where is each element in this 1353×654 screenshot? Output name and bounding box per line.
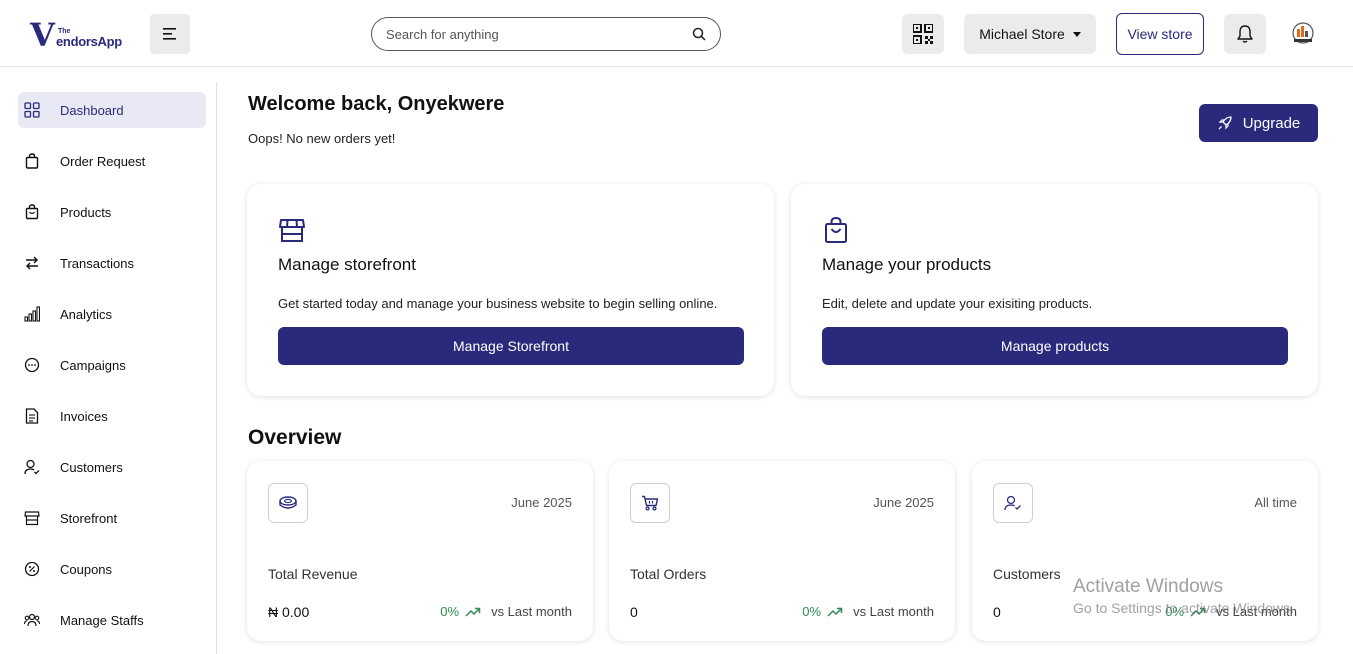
stat-label: Total Orders <box>630 566 707 582</box>
cart-icon <box>630 483 670 523</box>
sidebar-item-label: Manage Staffs <box>60 612 144 628</box>
logo-letter: V <box>30 16 55 54</box>
stat-value: 0 <box>630 604 638 620</box>
total-orders-card: June 2025 Total Orders 0 0% vs Last mont… <box>609 461 955 641</box>
stat-label: Customers <box>993 566 1061 582</box>
manage-storefront-button[interactable]: Manage Storefront <box>278 327 744 365</box>
search-input[interactable] <box>386 26 692 42</box>
search-icon[interactable] <box>692 27 706 41</box>
activate-windows-subtitle: Go to Settings to activate Windows. <box>1073 600 1294 616</box>
stat-period: All time <box>1254 495 1297 510</box>
sidebar-item-label: Storefront <box>60 510 118 526</box>
bell-icon <box>1237 25 1253 43</box>
overview-heading: Overview <box>248 426 342 449</box>
stat-value: ₦ 0.00 <box>268 604 310 620</box>
product-bag-icon <box>24 204 40 220</box>
user-check-icon <box>24 459 40 475</box>
trend-percent: 0% <box>802 604 822 619</box>
card-title: Manage storefront <box>278 255 416 274</box>
sidebar-item-label: Campaigns <box>60 357 126 373</box>
company-avatar[interactable] <box>1286 19 1320 49</box>
view-store-button[interactable]: View store <box>1116 13 1204 55</box>
upgrade-label: Upgrade <box>1242 114 1301 132</box>
qr-code-icon <box>913 24 933 44</box>
company-logo-icon <box>1292 22 1314 44</box>
sidebar-item-label: Invoices <box>60 408 108 424</box>
stat-label: Total Revenue <box>268 566 358 582</box>
shopping-bag-icon <box>24 153 40 169</box>
rocket-icon <box>1218 116 1232 130</box>
user-check-icon <box>993 483 1033 523</box>
transfer-arrows-icon <box>24 255 40 271</box>
menu-icon <box>163 28 176 40</box>
manage-storefront-card: Manage storefront Get started today and … <box>247 184 774 396</box>
sidebar-item-products[interactable]: Products <box>18 194 206 230</box>
sidebar-item-label: Dashboard <box>60 102 124 118</box>
activate-windows-title: Activate Windows <box>1073 576 1223 597</box>
sidebar-item-label: Transactions <box>60 255 134 271</box>
manage-products-card: Manage your products Edit, delete and up… <box>791 184 1318 396</box>
chevron-down-icon <box>1072 31 1081 37</box>
sidebar-item-invoices[interactable]: Invoices <box>18 398 206 434</box>
sidebar-item-campaigns[interactable]: Campaigns <box>18 347 206 383</box>
sidebar-item-transactions[interactable]: Transactions <box>18 245 206 281</box>
bar-chart-icon <box>24 306 40 322</box>
sidebar-item-order-request[interactable]: Order Request <box>18 143 206 179</box>
trend-up-icon <box>465 607 481 617</box>
staff-group-icon <box>24 612 40 628</box>
coins-icon <box>268 483 308 523</box>
card-description: Edit, delete and update your exisiting p… <box>822 296 1093 311</box>
sidebar-item-dashboard[interactable]: Dashboard <box>18 92 206 128</box>
storefront-icon <box>278 216 306 244</box>
sidebar-item-label: Analytics <box>60 306 113 322</box>
search-bar <box>371 17 721 51</box>
dashboard-grid-icon <box>24 102 40 118</box>
sidebar-item-customers[interactable]: Customers <box>18 449 206 485</box>
logo-name: endorsApp <box>56 34 122 49</box>
sidebar-item-label: Coupons <box>60 561 113 577</box>
menu-toggle-button[interactable] <box>150 14 190 54</box>
sidebar-item-label: Products <box>60 204 112 220</box>
invoice-icon <box>24 408 40 424</box>
sidebar-item-analytics[interactable]: Analytics <box>18 296 206 332</box>
welcome-heading: Welcome back, Onyekwere <box>248 93 505 115</box>
orders-status-text: Oops! No new orders yet! <box>248 131 396 146</box>
trend-percent: 0% <box>440 604 460 619</box>
vendorsapp-logo[interactable]: V The endorsApp <box>30 16 130 54</box>
stat-trend: 0% vs Last month <box>440 604 572 619</box>
card-description: Get started today and manage your busine… <box>278 296 718 311</box>
stat-period: June 2025 <box>511 495 572 510</box>
storefront-icon <box>24 510 40 526</box>
upgrade-button[interactable]: Upgrade <box>1199 104 1318 142</box>
trend-compare-label: vs Last month <box>853 604 934 619</box>
trend-compare-label: vs Last month <box>491 604 572 619</box>
sidebar-item-storefront[interactable]: Storefront <box>18 500 206 536</box>
stat-value: 0 <box>993 604 1001 620</box>
sidebar: Dashboard Order Request Products Transac… <box>0 82 217 654</box>
stat-period: June 2025 <box>873 495 934 510</box>
store-selector-dropdown[interactable]: Michael Store <box>964 14 1096 54</box>
top-header: V The endorsApp Search for anything Mich… <box>0 0 1353 67</box>
stat-trend: 0% vs Last month <box>802 604 934 619</box>
store-selector-label: Michael Store <box>979 26 1065 42</box>
notifications-button[interactable] <box>1224 14 1266 54</box>
sidebar-item-label: Customers <box>60 459 123 475</box>
total-revenue-card: June 2025 Total Revenue ₦ 0.00 0% vs Las… <box>247 461 593 641</box>
coupon-icon <box>24 561 40 577</box>
sidebar-item-label: Order Request <box>60 153 146 169</box>
chat-bubble-icon <box>24 357 40 373</box>
shopping-bag-icon <box>822 216 850 244</box>
trend-up-icon <box>827 607 843 617</box>
sidebar-item-manage-staffs[interactable]: Manage Staffs <box>18 602 206 638</box>
card-title: Manage your products <box>822 255 992 274</box>
sidebar-item-coupons[interactable]: Coupons <box>18 551 206 587</box>
qr-code-button[interactable] <box>902 14 944 54</box>
manage-products-button[interactable]: Manage products <box>822 327 1288 365</box>
